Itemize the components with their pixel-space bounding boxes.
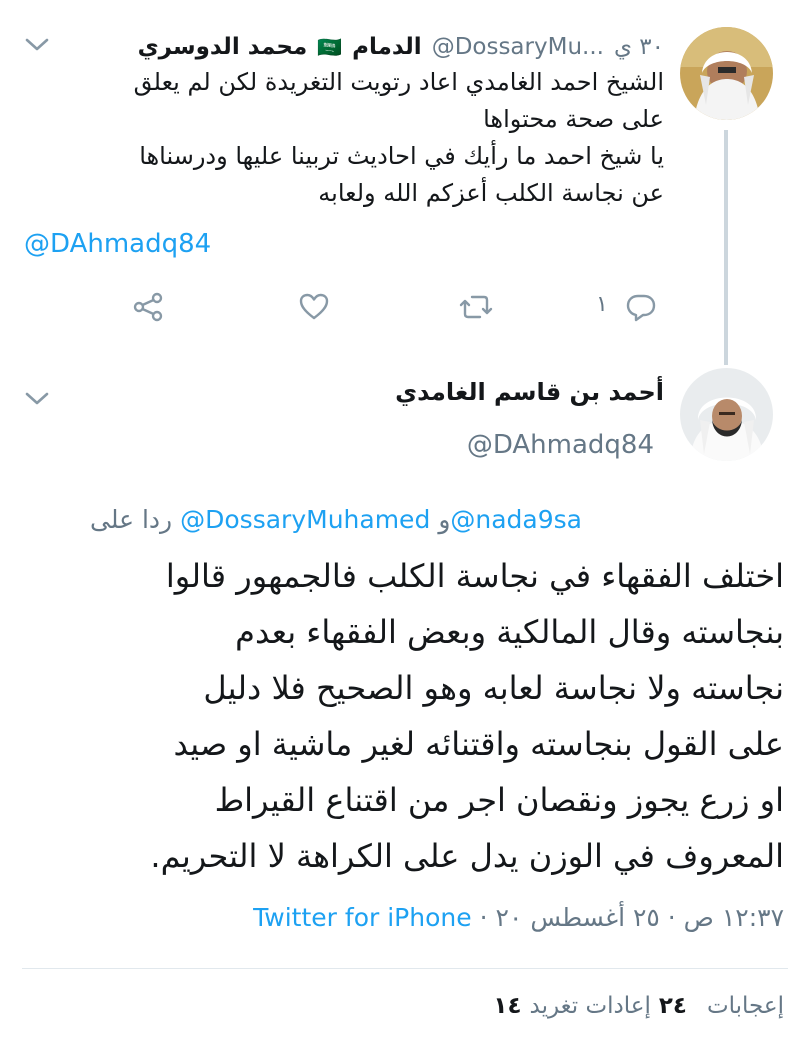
share-icon[interactable] [131, 290, 165, 324]
parent-header: محمد الدوسري 🇸🇦 الدمام @DossaryMu... ٣٠ … [138, 30, 664, 64]
main-author-handle[interactable]: @DAhmadq84 [467, 430, 654, 460]
likes-label[interactable]: إعجابات [707, 993, 784, 1019]
retweet-icon[interactable] [458, 290, 494, 324]
replying-to-label: ردا على [90, 505, 173, 534]
reply-icon[interactable] [624, 290, 658, 324]
text-line: نجاسته ولا نجاسة لعابه وهو الصحيح فلا دل… [203, 669, 784, 707]
reply-count: ١ [596, 292, 608, 317]
text-line: المعروف في الوزن يدل على الكراهة لا التح… [150, 837, 784, 875]
flag-icon: 🇸🇦 [317, 35, 343, 59]
mention-link[interactable]: @nada9sa [450, 505, 582, 534]
main-tweet-text: اختلف الفقهاء في نجاسة الكلب فالجمهور قا… [24, 548, 784, 884]
author-location: الدمام [352, 34, 422, 60]
divider [22, 968, 788, 969]
mention-text: @nada9sa [450, 505, 582, 534]
parent-tweet-text: الشيخ احمد الغامدي اعاد رتويت التغريدة ل… [44, 64, 664, 212]
avatar[interactable] [680, 368, 773, 461]
tweet-meta: ١٢:٣٧ ص · ٢٥ أغسطس ٢٠ · Twitter for iPho… [253, 903, 784, 932]
text-line: على القول بنجاسته واقتنائه لغير ماشية او… [173, 725, 784, 763]
text-line: بنجاسته وقال المالكية وبعض الفقهاء بعدم [235, 613, 784, 651]
tweet-stats: ١٤ إعادات تغريد ٢٤ إعجابات [493, 993, 784, 1019]
author-handle[interactable]: @DossaryMu... [432, 34, 604, 60]
mention-link[interactable]: @DossaryMuhamed [180, 505, 430, 534]
and-label: و [438, 505, 451, 534]
text-line: عن نجاسة الكلب أعزكم الله ولعابه [318, 179, 664, 207]
author-name[interactable]: محمد الدوسري [138, 34, 308, 60]
text-line: يا شيخ احمد ما رأيك في احاديث تربينا علي… [139, 142, 664, 170]
mention-text: @DossaryMuhamed [180, 505, 431, 534]
retweets-count[interactable]: ١٤ [493, 993, 521, 1019]
main-author-name[interactable]: أحمد بن قاسم الغامدي [395, 378, 664, 406]
likes-count[interactable]: ٢٤ [659, 993, 687, 1019]
text-line: او زرع يجوز ونقصان اجر من اقتناع القيراط [214, 781, 784, 819]
retweets-label[interactable]: إعادات تغريد [530, 993, 651, 1019]
thread-line [724, 130, 728, 365]
source-link[interactable]: Twitter for iPhone [253, 903, 471, 932]
tweet-time: ٣٠ ي [613, 34, 664, 60]
timestamp: ١٢:٣٧ ص · ٢٥ أغسطس ٢٠ · [479, 903, 784, 932]
like-icon[interactable] [297, 290, 331, 324]
replying-to: ردا على @DossaryMuhamed و @nada9sa [90, 505, 582, 534]
text-line: على صحة محتواها [483, 105, 664, 133]
text-line: الشيخ احمد الغامدي اعاد رتويت التغريدة ل… [133, 68, 664, 96]
text-line: اختلف الفقهاء في نجاسة الكلب فالجمهور قا… [165, 557, 784, 595]
chevron-down-icon[interactable] [24, 36, 50, 54]
chevron-down-icon[interactable] [24, 390, 50, 408]
avatar[interactable] [680, 27, 773, 120]
mention-link[interactable]: @DAhmadq84 [24, 229, 211, 259]
